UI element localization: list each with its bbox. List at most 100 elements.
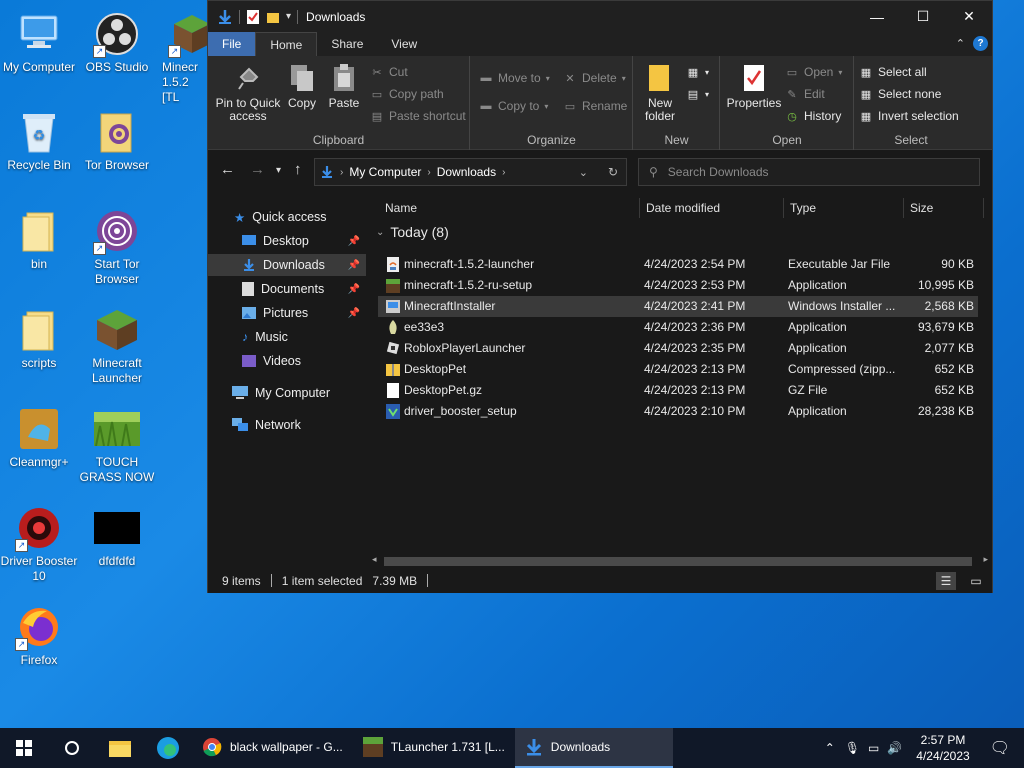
copy-button[interactable]: Copy <box>284 62 320 110</box>
desktop-icon-cleanmgr[interactable]: Cleanmgr+ <box>0 405 78 470</box>
paste-shortcut-button[interactable]: ▤ Paste shortcut <box>370 106 466 126</box>
desktop-icon-recycle-bin[interactable]: ♻ Recycle Bin <box>0 108 78 173</box>
breadcrumb-downloads[interactable]: Downloads <box>437 165 496 179</box>
network-tray-icon[interactable]: ▭ <box>864 741 883 755</box>
nav-my-computer[interactable]: My Computer <box>232 382 330 404</box>
column-divider[interactable] <box>639 198 640 218</box>
move-to-button[interactable]: ▬ Move to ▾ <box>479 68 550 88</box>
desktop-icon-tor-browser[interactable]: Tor Browser <box>78 108 156 173</box>
file-row[interactable]: DesktopPet.gz 4/24/2023 2:13 PM GZ File 652… <box>378 380 978 401</box>
desktop-icon-bin[interactable]: bin <box>0 207 78 272</box>
open-button[interactable]: ▭ Open ▾ <box>785 62 843 82</box>
tab-home[interactable]: Home <box>255 32 318 56</box>
desktop-icon-obs[interactable]: ↗ OBS Studio <box>78 10 156 75</box>
desktop-icon-minecraft-launcher[interactable]: Minecraft Launcher <box>78 306 156 386</box>
minimize-button[interactable]: — <box>854 1 900 32</box>
tab-file[interactable]: File <box>208 32 256 56</box>
file-row[interactable]: RobloxPlayerLauncher 4/24/2023 2:35 PM App… <box>378 338 978 359</box>
column-divider[interactable] <box>903 198 904 218</box>
select-none-button[interactable]: ▦ Select none <box>859 84 942 104</box>
tab-view[interactable]: View <box>377 32 431 56</box>
nav-network[interactable]: Network <box>232 414 301 436</box>
edge-taskbar-button[interactable] <box>144 728 192 768</box>
file-explorer-taskbar-button[interactable] <box>96 728 144 768</box>
nav-documents[interactable]: Documents 📌 <box>208 278 366 300</box>
new-item-button[interactable]: ▦ ▾ <box>686 62 709 82</box>
address-bar[interactable]: › My Computer › Downloads › ⌄ ↻ <box>314 158 627 186</box>
tab-share[interactable]: Share <box>317 32 377 56</box>
desktop-icon-firefox[interactable]: ↗ Firefox <box>0 603 78 668</box>
scroll-right-icon[interactable]: ▸ <box>983 554 988 565</box>
column-header-size[interactable]: Size <box>910 198 933 218</box>
customize-dropdown-icon[interactable]: ▾ <box>286 11 291 22</box>
desktop-icon-start-tor[interactable]: ↗ Start Tor Browser <box>78 207 156 287</box>
easy-access-button[interactable]: ▤ ▾ <box>686 84 709 104</box>
notifications-icon[interactable]: 🗨 <box>980 738 1024 758</box>
desktop-icon-minecraft-tl[interactable]: ↗ Minecr 1.5.2 [TL <box>156 10 208 105</box>
scrollbar-thumb[interactable] <box>384 557 972 566</box>
desktop-icon-touch-grass[interactable]: TOUCH GRASS NOW <box>78 405 156 485</box>
nav-music[interactable]: ♪ Music <box>208 326 366 348</box>
file-row[interactable]: minecraft-1.5.2-ru-setup 4/24/2023 2:53 P… <box>378 275 978 296</box>
refresh-icon[interactable]: ↻ <box>608 165 618 179</box>
back-icon[interactable]: ← <box>220 161 235 178</box>
cut-button[interactable]: ✂ Cut <box>370 62 407 82</box>
forward-icon[interactable]: → <box>250 161 265 178</box>
help-icon[interactable]: ? <box>973 36 988 51</box>
properties-button[interactable]: Properties <box>725 62 783 110</box>
delete-button[interactable]: ✕ Delete ▾ <box>563 68 625 88</box>
taskbar-app-chrome[interactable]: black wallpaper - G... <box>192 728 353 768</box>
large-icons-view-icon[interactable]: ▭ <box>966 572 986 590</box>
copy-to-button[interactable]: ▬ Copy to ▾ <box>479 96 549 116</box>
taskbar-app-downloads[interactable]: Downloads <box>514 728 673 768</box>
nav-quick-access[interactable]: ★ Quick access <box>234 206 327 228</box>
select-all-button[interactable]: ▦ Select all <box>859 62 927 82</box>
pin-quick-access-button[interactable]: Pin to Quick access <box>214 62 282 123</box>
column-header-date[interactable]: Date modified <box>646 198 720 218</box>
details-view-icon[interactable]: ☰ <box>936 571 956 590</box>
address-dropdown-icon[interactable]: ⌄ <box>579 166 588 179</box>
file-row[interactable]: DesktopPet 4/24/2023 2:13 PM Compressed (z… <box>378 359 978 380</box>
rename-button[interactable]: ▭ Rename <box>563 96 628 116</box>
volume-icon[interactable]: 🔊 <box>883 741 906 755</box>
show-hidden-icons-icon[interactable]: ⌃ <box>819 741 841 755</box>
column-divider[interactable] <box>983 198 984 218</box>
up-icon[interactable]: ↑ <box>294 161 302 178</box>
desktop-icon-driver-booster[interactable]: ↗ Driver Booster 10 <box>0 504 78 584</box>
nav-downloads[interactable]: Downloads 📌 <box>208 254 366 276</box>
close-button[interactable]: ✕ <box>946 1 992 32</box>
column-header-type[interactable]: Type <box>790 198 816 218</box>
column-divider[interactable] <box>783 198 784 218</box>
maximize-button[interactable]: ☐ <box>900 1 946 32</box>
desktop-icon-dfdfdfd[interactable]: dfdfdfd <box>78 504 156 569</box>
new-folder-icon[interactable] <box>266 10 280 24</box>
desktop-icon-my-computer[interactable]: My Computer <box>0 10 78 75</box>
search-button[interactable] <box>48 728 96 768</box>
taskbar-app-tlauncher[interactable]: TLauncher 1.731 [L... <box>353 728 515 768</box>
properties-icon[interactable] <box>246 9 260 25</box>
copy-path-button[interactable]: ▭ Copy path <box>370 84 444 104</box>
breadcrumb-my-computer[interactable]: My Computer <box>349 165 421 179</box>
group-header-today[interactable]: ⌄ Today (8) <box>376 224 449 240</box>
column-header-name[interactable]: Name <box>385 198 417 218</box>
file-row[interactable]: MinecraftInstaller 4/24/2023 2:41 PM Windo… <box>378 296 978 317</box>
nav-videos[interactable]: Videos <box>208 350 366 372</box>
recent-locations-icon[interactable]: ▾ <box>276 165 281 176</box>
clock[interactable]: 2:57 PM 4/24/2023 <box>906 732 979 764</box>
search-box[interactable]: ⚲ Search Downloads <box>638 158 980 186</box>
start-button[interactable] <box>0 728 48 768</box>
nav-desktop[interactable]: Desktop 📌 <box>208 230 366 252</box>
history-button[interactable]: ◷ History <box>785 106 841 126</box>
scroll-left-icon[interactable]: ◂ <box>372 554 377 565</box>
horizontal-scrollbar[interactable]: ◂ ▸ <box>368 554 992 568</box>
nav-pictures[interactable]: Pictures 📌 <box>208 302 366 324</box>
paste-button[interactable]: Paste <box>326 62 362 110</box>
file-row[interactable]: minecraft-1.5.2-launcher 4/24/2023 2:54 P… <box>378 254 978 275</box>
edit-button[interactable]: ✎ Edit <box>785 84 824 104</box>
collapse-ribbon-icon[interactable]: ⌃ <box>956 37 965 50</box>
microphone-icon[interactable]: 🎙 <box>841 741 864 755</box>
file-row[interactable]: driver_booster_setup 4/24/2023 2:10 PM App… <box>378 401 978 422</box>
new-folder-button[interactable]: New folder <box>642 62 678 123</box>
invert-selection-button[interactable]: ▦ Invert selection <box>859 106 959 126</box>
file-row[interactable]: ee33e3 4/24/2023 2:36 PM Application 93,679… <box>378 317 978 338</box>
